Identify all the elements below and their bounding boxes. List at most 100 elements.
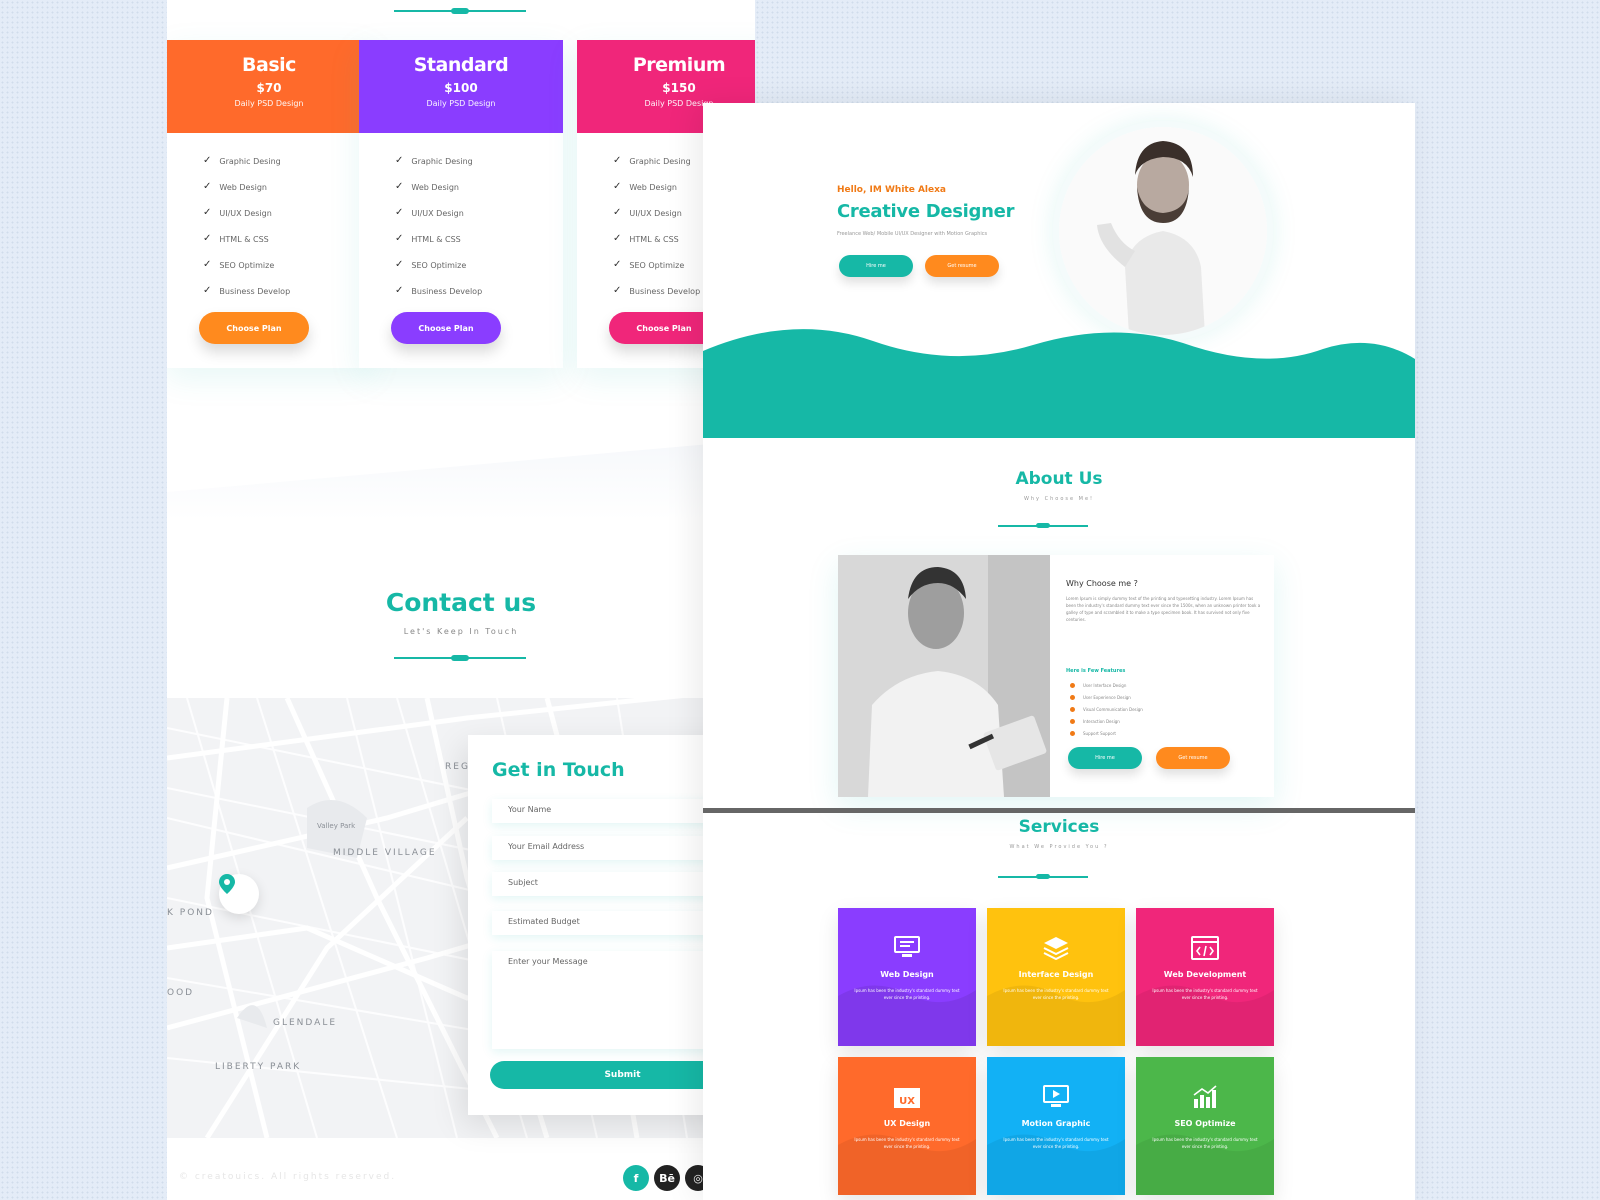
hire-me-button[interactable]: Hire me	[1068, 747, 1142, 769]
service-card-motion-graphic[interactable]: Motion Graphic Ipsum has been the indust…	[987, 1057, 1125, 1195]
section-slope	[167, 440, 755, 520]
map-pin[interactable]	[219, 874, 259, 914]
hero-portrait	[1059, 127, 1267, 335]
plan-name: Standard	[413, 54, 509, 76]
map-label: MIDDLE VILLAGE	[333, 848, 437, 858]
left-mockup: Basic $70 Daily PSD Design ✓ Graphic Desi…	[167, 0, 755, 1200]
about-title: About Us	[1015, 469, 1103, 489]
check-icon: ✓	[613, 155, 622, 166]
service-name: UX Design	[883, 1119, 931, 1128]
bullet-icon	[1070, 718, 1075, 724]
contact-title: Contact us	[385, 588, 537, 617]
chart-bars-icon	[1136, 1085, 1274, 1109]
copyright-text: © creatouics. All rights reserved.	[179, 1172, 397, 1182]
check-icon: ✓	[395, 181, 404, 192]
service-description: Ipsum has been the industry's standard d…	[1152, 988, 1258, 1000]
plan-feature: ✓ Business Develop	[395, 286, 563, 313]
check-icon: ✓	[613, 233, 622, 244]
check-icon: ✓	[613, 259, 622, 270]
bullet-icon	[1070, 730, 1075, 736]
hero-greeting: Hello, IM White Alexa	[837, 185, 946, 195]
svg-text:UX: UX	[899, 1096, 915, 1107]
location-pin-icon	[219, 874, 235, 894]
section-divider-bar	[703, 808, 1415, 813]
choose-plan-button[interactable]: Choose Plan	[199, 312, 309, 344]
service-name: Web Design	[880, 970, 934, 979]
service-description: Ipsum has been the industry's standard d…	[1003, 988, 1109, 1000]
check-icon: ✓	[203, 259, 212, 270]
hero-description: Freelance Web/ Mobile UI/UX Designer wit…	[837, 231, 988, 237]
check-icon: ✓	[395, 233, 404, 244]
service-name: Motion Graphic	[1021, 1119, 1091, 1128]
plan-feature: ✓ SEO Optimize	[395, 259, 563, 287]
service-card-web-development[interactable]: Web Development Ipsum has been the indus…	[1136, 908, 1274, 1046]
pricing-card-header: Basic $70 Daily PSD Design	[167, 40, 371, 133]
behance-icon[interactable]: Bē	[654, 1165, 680, 1191]
bullet-icon	[1070, 694, 1075, 700]
plan-feature: ✓ Graphic Desing	[395, 155, 563, 183]
about-subtitle: Why Choose Me!	[1023, 496, 1095, 502]
service-description: Ipsum has been the industry's standard d…	[1003, 1137, 1109, 1149]
check-icon: ✓	[613, 181, 622, 192]
plan-feature: ✓ Web Design	[395, 181, 563, 209]
web-design-icon	[838, 936, 976, 958]
check-icon: ✓	[613, 285, 622, 296]
plan-feature: ✓ HTML & CSS	[203, 233, 371, 261]
plan-price: $150	[662, 81, 696, 95]
check-icon: ✓	[203, 181, 212, 192]
pricing-card-basic: Basic $70 Daily PSD Design ✓ Graphic Desi…	[167, 40, 371, 368]
facebook-icon[interactable]: f	[623, 1165, 649, 1191]
feature-item: Interaction Design	[1070, 715, 1143, 727]
plan-price: $70	[256, 81, 282, 95]
map-label: LIBERTY PARK	[215, 1062, 302, 1072]
map-label: OOD	[167, 988, 195, 998]
feature-item: Support Support	[1070, 727, 1143, 739]
plan-feature: ✓ Web Design	[203, 181, 371, 209]
plan-feature: ✓ Business Develop	[203, 286, 371, 313]
layers-icon	[987, 936, 1125, 960]
map-label: REG	[445, 762, 470, 772]
check-icon: ✓	[203, 233, 212, 244]
map-label: K POND	[167, 908, 214, 918]
get-resume-button[interactable]: Get resume	[1156, 747, 1230, 769]
plan-feature: ✓ UI/UX Design	[395, 207, 563, 235]
plan-subtitle: Daily PSD Design	[234, 99, 304, 108]
service-card-web-design[interactable]: Web Design Ipsum has been the industry's…	[838, 908, 976, 1046]
check-icon: ✓	[395, 207, 404, 218]
map-label: GLENDALE	[273, 1018, 338, 1028]
section-divider-dot	[451, 8, 469, 14]
service-description: Ipsum has been the industry's standard d…	[854, 1137, 960, 1149]
contact-subtitle: Let's Keep In Touch	[403, 627, 519, 636]
check-icon: ✓	[395, 155, 404, 166]
hire-me-button[interactable]: Hire me	[839, 255, 913, 277]
monitor-play-icon	[987, 1085, 1125, 1109]
pricing-card-header: Standard $100 Daily PSD Design	[359, 40, 563, 133]
choose-plan-button[interactable]: Choose Plan	[391, 312, 501, 344]
code-icon	[1136, 936, 1274, 960]
check-icon: ✓	[395, 259, 404, 270]
section-divider-dot	[1036, 523, 1050, 528]
get-resume-button[interactable]: Get resume	[925, 255, 999, 277]
feature-item: User Interface Design	[1070, 679, 1143, 691]
plan-feature: ✓ HTML & CSS	[395, 233, 563, 261]
map-label: Valley Park	[317, 822, 356, 830]
plan-feature: ✓ UI/UX Design	[203, 208, 371, 235]
service-card-seo-optimize[interactable]: SEO Optimize Ipsum has been the industry…	[1136, 1057, 1274, 1195]
service-name: Web Development	[1163, 970, 1247, 979]
hero-title: Creative Designer	[837, 201, 1015, 222]
about-card: Why Choose me ? Lorem Ipsum is simply du…	[838, 555, 1274, 797]
plan-feature: ✓ SEO Optimize	[203, 259, 371, 287]
section-divider-dot	[1036, 874, 1050, 879]
plan-subtitle: Daily PSD Design	[426, 99, 496, 108]
bullet-icon	[1070, 682, 1075, 688]
service-card-ux-design[interactable]: UX UX Design Ipsum has been the industry…	[838, 1057, 976, 1195]
services-subtitle: What We Provide You ?	[1009, 844, 1109, 850]
service-description: Ipsum has been the industry's standard d…	[1152, 1137, 1258, 1149]
plan-name: Premium	[632, 54, 726, 76]
right-mockup: Hello, IM White Alexa Creative Designer …	[703, 103, 1415, 1200]
about-photo	[838, 555, 1050, 797]
plan-name: Basic	[242, 54, 296, 76]
man-with-tablet-image	[838, 555, 1050, 797]
plan-feature-list: ✓ Graphic Desing ✓ Web Design ✓ UI/UX Desig…	[395, 155, 563, 313]
service-card-interface-design[interactable]: Interface Design Ipsum has been the indu…	[987, 908, 1125, 1046]
